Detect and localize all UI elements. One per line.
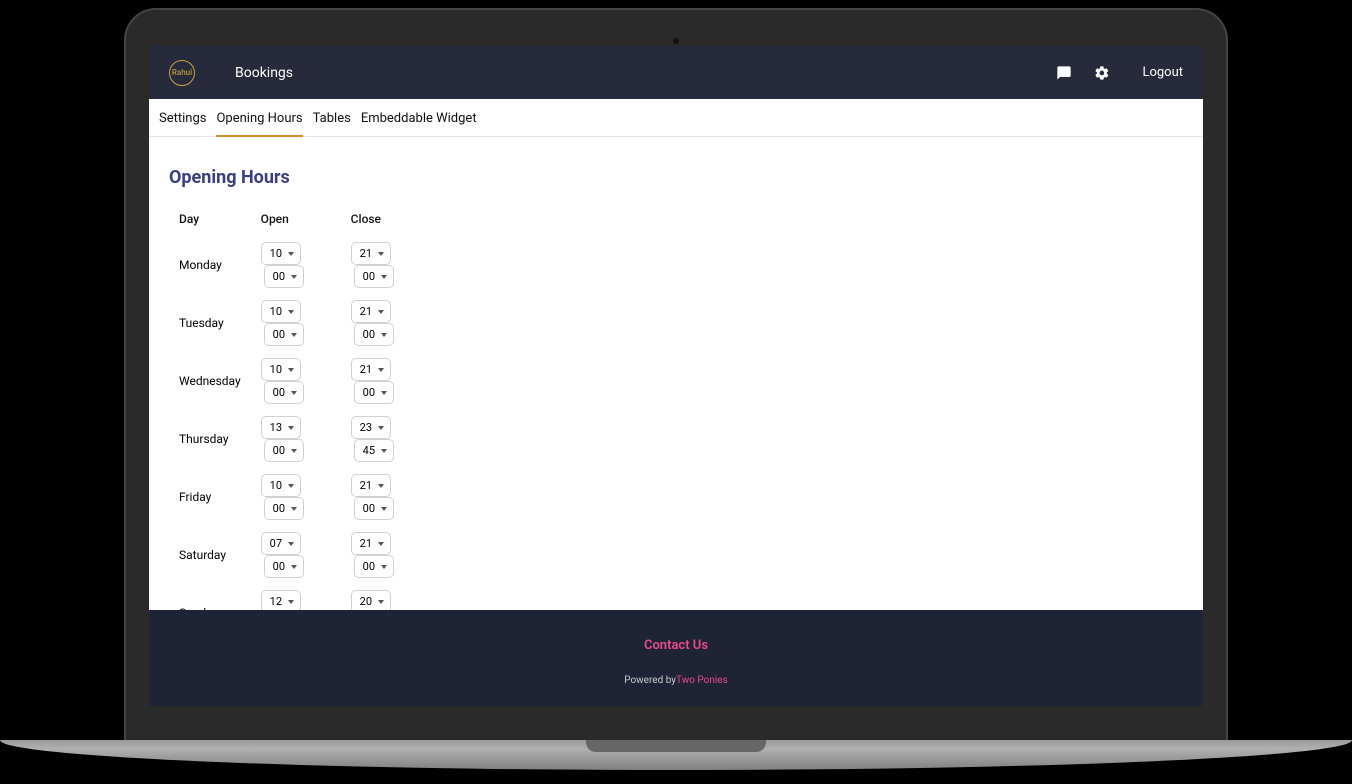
day-label: Saturday — [169, 526, 251, 584]
open-minute-select[interactable]: 00 — [264, 555, 304, 578]
day-label: Sunday — [169, 584, 251, 610]
tab-opening-hours[interactable]: Opening Hours — [216, 99, 302, 136]
day-label: Wednesday — [169, 352, 251, 410]
table-row: Friday10002100 — [169, 468, 431, 526]
hours-table: Day Open Close Monday10002100Tuesday1000… — [169, 206, 431, 610]
open-hour-select[interactable]: 12 — [261, 590, 301, 610]
camera-dot — [673, 38, 679, 44]
open-hour-select[interactable]: 10 — [261, 300, 301, 323]
powered-by: Powered byTwo Ponies — [149, 675, 1203, 686]
open-minute-select[interactable]: 00 — [264, 439, 304, 462]
top-navbar: Rahui Bookings Logout — [149, 46, 1203, 99]
contact-us-link[interactable]: Contact Us — [644, 638, 708, 653]
table-row: Tuesday10002100 — [169, 294, 431, 352]
open-hour-select[interactable]: 10 — [261, 474, 301, 497]
logout-link[interactable]: Logout — [1142, 65, 1183, 80]
page-title: Opening Hours — [169, 167, 1183, 188]
table-row: Wednesday10002100 — [169, 352, 431, 410]
day-label: Thursday — [169, 410, 251, 468]
gear-icon[interactable] — [1094, 65, 1110, 81]
col-header-day: Day — [169, 206, 251, 236]
col-header-close: Close — [341, 206, 431, 236]
day-label: Friday — [169, 468, 251, 526]
laptop-frame: Rahui Bookings Logout Settings Opening H… — [126, 10, 1226, 750]
table-row: Thursday 1300 2345 — [169, 410, 431, 468]
tab-tables[interactable]: Tables — [313, 99, 351, 136]
open-hour-select[interactable]: 13 — [261, 416, 301, 439]
open-minute-select[interactable]: 00 — [264, 497, 304, 520]
close-hour-select[interactable]: 21 — [351, 358, 391, 381]
brand-logo[interactable]: Rahui — [169, 60, 195, 86]
tab-settings[interactable]: Settings — [159, 99, 206, 136]
day-label: Tuesday — [169, 294, 251, 352]
open-hour-select[interactable]: 10 — [261, 358, 301, 381]
tab-bar: Settings Opening Hours Tables Embeddable… — [149, 99, 1203, 137]
open-minute-select[interactable]: 00 — [264, 323, 304, 346]
brand-logo-text: Rahui — [172, 68, 192, 77]
day-label: Monday — [169, 236, 251, 294]
open-hour-select[interactable]: 07 — [261, 532, 301, 555]
close-minute-select[interactable]: 45 — [354, 439, 394, 462]
nav-title[interactable]: Bookings — [235, 65, 293, 81]
app-screen: Rahui Bookings Logout Settings Opening H… — [149, 46, 1203, 706]
close-hour-select[interactable]: 21 — [351, 242, 391, 265]
close-minute-select[interactable]: 00 — [354, 497, 394, 520]
open-hour-select[interactable]: 10 — [261, 242, 301, 265]
two-ponies-link[interactable]: Two Ponies — [676, 675, 728, 686]
laptop-notch — [586, 740, 766, 752]
close-minute-select[interactable]: 00 — [354, 381, 394, 404]
close-hour-select[interactable]: 21 — [351, 474, 391, 497]
close-hour-select[interactable]: 20 — [351, 590, 391, 610]
close-minute-select[interactable]: 00 — [354, 323, 394, 346]
open-minute-select[interactable]: 00 — [264, 265, 304, 288]
close-hour-select[interactable]: 21 — [351, 300, 391, 323]
close-minute-select[interactable]: 00 — [354, 265, 394, 288]
table-row: Sunday12002000 — [169, 584, 431, 610]
open-minute-select[interactable]: 00 — [264, 381, 304, 404]
footer: Contact Us Powered byTwo Ponies — [149, 610, 1203, 706]
close-hour-select[interactable]: 23 — [351, 416, 391, 439]
page-content: Opening Hours Day Open Close Monday10002… — [149, 137, 1203, 610]
table-row: Saturday07002100 — [169, 526, 431, 584]
close-minute-select[interactable]: 00 — [354, 555, 394, 578]
close-hour-select[interactable]: 21 — [351, 532, 391, 555]
powered-prefix: Powered by — [624, 675, 676, 686]
table-row: Monday10002100 — [169, 236, 431, 294]
col-header-open: Open — [251, 206, 341, 236]
chat-icon[interactable] — [1056, 65, 1072, 81]
tab-embeddable-widget[interactable]: Embeddable Widget — [361, 99, 477, 136]
